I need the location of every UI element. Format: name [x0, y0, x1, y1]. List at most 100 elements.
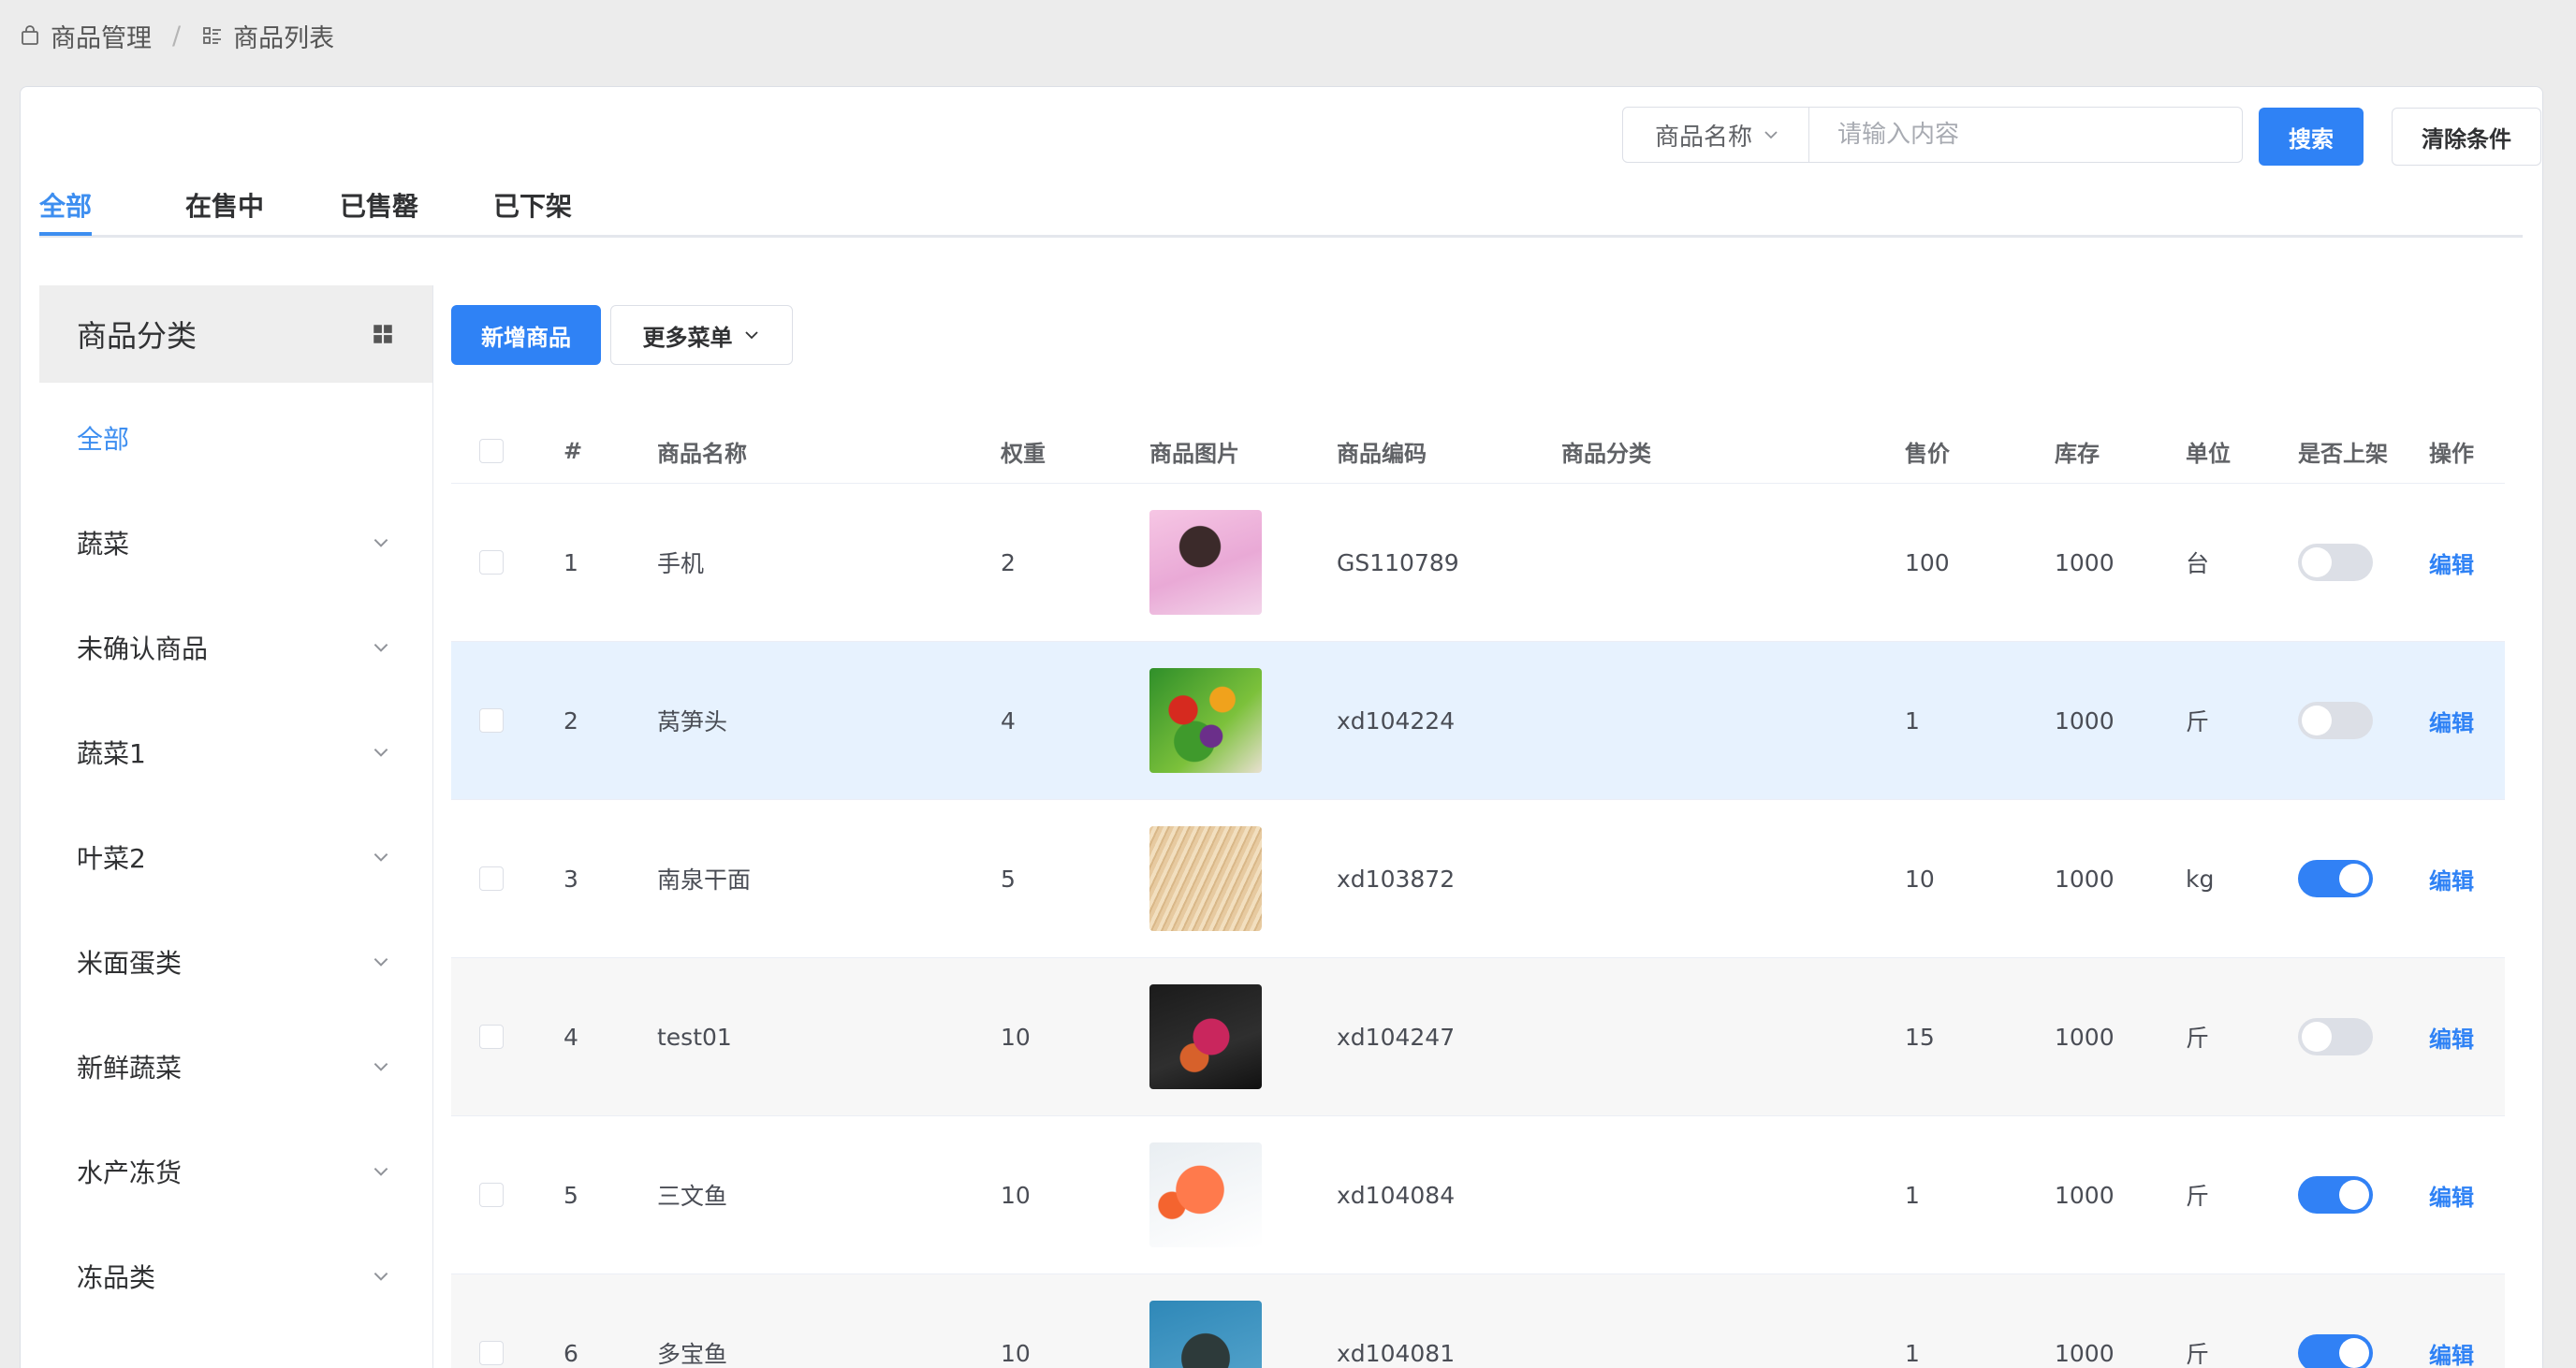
tab-all[interactable]: 全部 — [39, 177, 92, 236]
app-root: 商品管理 / 商品列表 商品名称 搜索 清除条件 全部 在售中 已售罄 已下架 … — [0, 0, 2576, 1368]
cell-weight: 10 — [1001, 1339, 1031, 1367]
cell-unit: 斤 — [2186, 1341, 2210, 1368]
on-sale-switch[interactable] — [2298, 1334, 2373, 1368]
clear-conditions-button[interactable]: 清除条件 — [2392, 108, 2541, 166]
cell-code: xd104081 — [1337, 1339, 1456, 1367]
product-image[interactable] — [1149, 984, 1262, 1089]
search-field-select[interactable]: 商品名称 — [1622, 107, 1809, 163]
category-label: 叶菜2 — [77, 843, 146, 874]
cell-on-sale — [2298, 1116, 2373, 1273]
product-image[interactable] — [1149, 668, 1262, 773]
product-image[interactable] — [1149, 1142, 1262, 1247]
cell-unit: kg — [2186, 865, 2215, 893]
chevron-down-icon — [373, 852, 388, 862]
header-code: 商品编码 — [1337, 440, 1427, 467]
cell-code: xd104084 — [1337, 1181, 1456, 1209]
category-item[interactable]: 米面蛋类 — [39, 934, 432, 990]
select-all-checkbox[interactable] — [479, 439, 504, 463]
cell-image — [1149, 800, 1262, 957]
edit-link[interactable]: 编辑 — [2429, 1021, 2474, 1054]
chevron-down-icon — [373, 1272, 388, 1281]
grid-icon[interactable] — [371, 322, 395, 346]
product-image[interactable] — [1149, 1301, 1262, 1368]
cell-weight: 2 — [1001, 548, 1016, 576]
cell-index: 2 — [564, 706, 578, 735]
cell-stock: 1000 — [2055, 706, 2115, 735]
row-checkbox[interactable] — [479, 1025, 504, 1049]
row-checkbox[interactable] — [479, 866, 504, 891]
header-weight: 权重 — [1001, 440, 1046, 467]
on-sale-switch[interactable] — [2298, 1176, 2373, 1214]
cell-unit: 斤 — [2186, 1025, 2210, 1052]
edit-link[interactable]: 编辑 — [2429, 705, 2474, 737]
search-input[interactable] — [1809, 107, 2243, 163]
on-sale-switch[interactable] — [2298, 860, 2373, 897]
table-row[interactable]: 5 三文鱼 10 xd104084 1 1000 斤 编辑 — [451, 1116, 2505, 1274]
content-card: 商品名称 搜索 清除条件 全部 在售中 已售罄 已下架 商品分类 全部 蔬菜 未… — [20, 86, 2543, 1368]
row-checkbox[interactable] — [479, 708, 504, 733]
cell-stock: 1000 — [2055, 548, 2115, 576]
table-row[interactable]: 2 莴笋头 4 xd104224 1 1000 斤 编辑 — [451, 642, 2505, 800]
add-product-button[interactable]: 新增商品 — [451, 305, 601, 365]
more-menu-button[interactable]: 更多菜单 — [610, 305, 793, 365]
cell-name: 莴笋头 — [657, 708, 728, 735]
row-checkbox[interactable] — [479, 550, 504, 575]
cell-stock: 1000 — [2055, 1181, 2115, 1209]
on-sale-switch[interactable] — [2298, 544, 2373, 581]
search-field-label: 商品名称 — [1655, 123, 1753, 152]
status-tabs: 全部 在售中 已售罄 已下架 — [39, 177, 2523, 238]
cell-on-sale — [2298, 484, 2373, 641]
search-button[interactable]: 搜索 — [2259, 108, 2364, 166]
cell-weight: 4 — [1001, 706, 1016, 735]
edit-link[interactable]: 编辑 — [2429, 1337, 2474, 1368]
category-item[interactable]: 未确认商品 — [39, 619, 432, 676]
category-item[interactable]: 叶菜2 — [39, 829, 432, 885]
edit-link[interactable]: 编辑 — [2429, 863, 2474, 895]
breadcrumb-current-label: 商品列表 — [233, 23, 335, 53]
tab-sold-out[interactable]: 已售罄 — [340, 177, 418, 233]
category-item[interactable]: 新鲜蔬菜 — [39, 1039, 432, 1095]
edit-link[interactable]: 编辑 — [2429, 1179, 2474, 1212]
header-actions: 操作 — [2429, 440, 2474, 467]
cell-index: 1 — [564, 548, 578, 576]
edit-link[interactable]: 编辑 — [2429, 546, 2474, 579]
table-row[interactable]: 4 test01 10 xd104247 15 1000 斤 编辑 — [451, 958, 2505, 1116]
category-item[interactable]: 蔬菜1 — [39, 724, 432, 780]
on-sale-switch[interactable] — [2298, 702, 2373, 739]
product-image[interactable] — [1149, 510, 1262, 615]
chevron-down-icon — [373, 643, 388, 652]
cell-code: xd104224 — [1337, 706, 1456, 735]
breadcrumb-parent[interactable]: 商品管理 — [19, 18, 152, 54]
tab-on-sale[interactable]: 在售中 — [185, 177, 264, 233]
breadcrumb-current: 商品列表 — [201, 18, 334, 54]
cell-index: 5 — [564, 1181, 578, 1209]
category-label: 冻品类 — [77, 1262, 156, 1293]
header-on-sale: 是否上架 — [2298, 440, 2388, 467]
header-index: # — [564, 438, 583, 464]
header-category: 商品分类 — [1561, 440, 1651, 467]
row-checkbox[interactable] — [479, 1341, 504, 1365]
table-row[interactable]: 3 南泉干面 5 xd103872 10 1000 kg 编辑 — [451, 800, 2505, 958]
tab-off-shelf[interactable]: 已下架 — [493, 177, 572, 233]
category-label: 米面蛋类 — [77, 948, 183, 979]
category-title: 商品分类 — [77, 318, 198, 354]
cell-price: 1 — [1905, 1339, 1920, 1367]
table-row[interactable]: 6 多宝鱼 10 xd104081 1 1000 斤 编辑 — [451, 1274, 2505, 1368]
product-image[interactable] — [1149, 826, 1262, 931]
category-item[interactable]: 蔬菜 — [39, 515, 432, 571]
category-item-all[interactable]: 全部 — [39, 410, 432, 466]
tab-active-indicator — [39, 232, 92, 236]
category-label: 蔬菜 — [77, 529, 130, 560]
cell-weight: 5 — [1001, 865, 1016, 893]
chevron-down-icon — [373, 1062, 388, 1071]
cell-image — [1149, 484, 1262, 641]
category-item[interactable]: 冻品类 — [39, 1248, 432, 1304]
cell-unit: 斤 — [2186, 1183, 2210, 1210]
breadcrumb: 商品管理 / 商品列表 — [19, 17, 334, 54]
row-checkbox[interactable] — [479, 1183, 504, 1207]
category-item[interactable]: 水产冻货 — [39, 1143, 432, 1200]
on-sale-switch[interactable] — [2298, 1018, 2373, 1055]
row-checkbox-cell — [479, 1116, 504, 1273]
table-row[interactable]: 1 手机 2 GS110789 100 1000 台 编辑 — [451, 484, 2505, 642]
cell-actions: 编辑 — [2429, 1116, 2474, 1273]
